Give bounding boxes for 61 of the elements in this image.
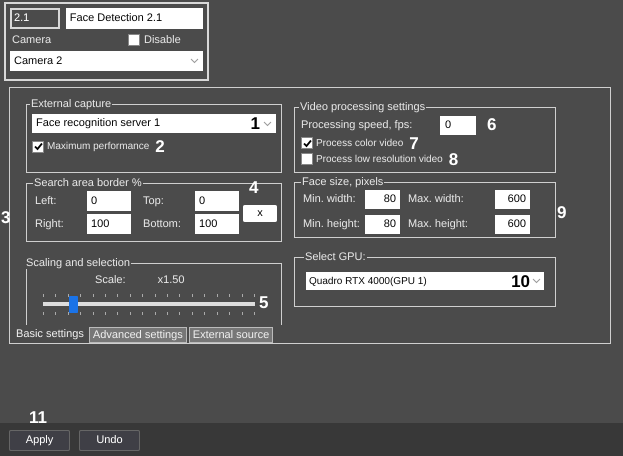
action-button[interactable]: Apply <box>9 430 70 451</box>
field-label: Processing speed, fps: <box>301 118 414 133</box>
input-field[interactable]: 600 <box>495 190 530 209</box>
checkbox[interactable] <box>301 137 313 149</box>
slider-thumb[interactable] <box>68 296 78 312</box>
field-label: Bottom: <box>143 216 182 232</box>
checkbox-label: Process color video <box>316 136 404 150</box>
checkbox-label: Disable <box>144 32 181 48</box>
gpu-select[interactable]: Quadro RTX 4000(GPU 1) 10 <box>306 272 544 290</box>
scale-label: Scale: <box>95 273 126 288</box>
tab[interactable]: External source <box>188 327 274 343</box>
callout-number: 1 <box>250 115 260 132</box>
checkbox-label: Process low resolution video <box>316 152 443 166</box>
input-field[interactable]: 80 <box>365 215 400 234</box>
check-icon <box>302 138 312 148</box>
callout-number: 4 <box>249 179 258 196</box>
callout-number: 8 <box>448 150 458 168</box>
group-title: Scaling and selection <box>25 257 131 269</box>
tab[interactable]: Advanced settings <box>88 327 187 343</box>
name-field[interactable]: Face Detection 2.1 <box>66 8 203 29</box>
checkbox-label: Maximum performance <box>47 140 150 154</box>
scale-value: x1.50 <box>158 273 184 288</box>
group-title: External capture <box>30 98 112 110</box>
checkbox[interactable] <box>32 140 44 152</box>
input-field[interactable]: 0 <box>440 116 476 134</box>
chevron-down-icon <box>190 58 199 64</box>
chevron-down-icon <box>532 278 541 284</box>
input-field[interactable]: 600 <box>495 215 530 234</box>
group-title: Select GPU: <box>304 251 367 263</box>
clear-button[interactable]: x <box>243 205 277 222</box>
input-field[interactable]: 0 <box>195 191 239 211</box>
group-title: Face size, pixels <box>301 176 384 188</box>
check-icon <box>34 142 42 151</box>
camera-select[interactable]: Camera 2 <box>10 51 203 71</box>
server-select[interactable]: Face recognition server 1 1 <box>32 114 276 133</box>
checkbox[interactable] <box>301 153 313 165</box>
checkbox[interactable] <box>128 34 140 46</box>
action-button[interactable]: Undo <box>79 430 140 451</box>
camera-label: Camera <box>12 32 52 48</box>
group-title: Search area border % <box>33 177 143 189</box>
field-label: Max. height: <box>408 217 469 232</box>
field-label: Top: <box>143 194 165 209</box>
input-field[interactable]: 100 <box>87 214 131 234</box>
field-label: Min. height: <box>303 217 361 232</box>
field-label: Right: <box>35 216 65 232</box>
input-field[interactable]: 0 <box>87 191 131 211</box>
id-field[interactable]: 2.1 <box>10 8 60 29</box>
callout-number: 2 <box>155 138 165 155</box>
field-label: Max. width: <box>408 192 465 208</box>
callout-number: 9 <box>557 204 566 221</box>
group-title: Video processing settings <box>299 101 426 113</box>
field-label: Min. width: <box>303 192 357 208</box>
input-field[interactable]: 100 <box>195 214 239 234</box>
callout-number: 10 <box>511 273 530 290</box>
callout-number: 7 <box>409 134 419 152</box>
callout-number: 5 <box>259 294 268 311</box>
chevron-down-icon <box>263 120 272 126</box>
callout-number: 11 <box>29 409 47 426</box>
field-label: Left: <box>35 194 58 209</box>
callout-number: 6 <box>487 116 496 133</box>
input-field[interactable]: 80 <box>365 190 400 209</box>
